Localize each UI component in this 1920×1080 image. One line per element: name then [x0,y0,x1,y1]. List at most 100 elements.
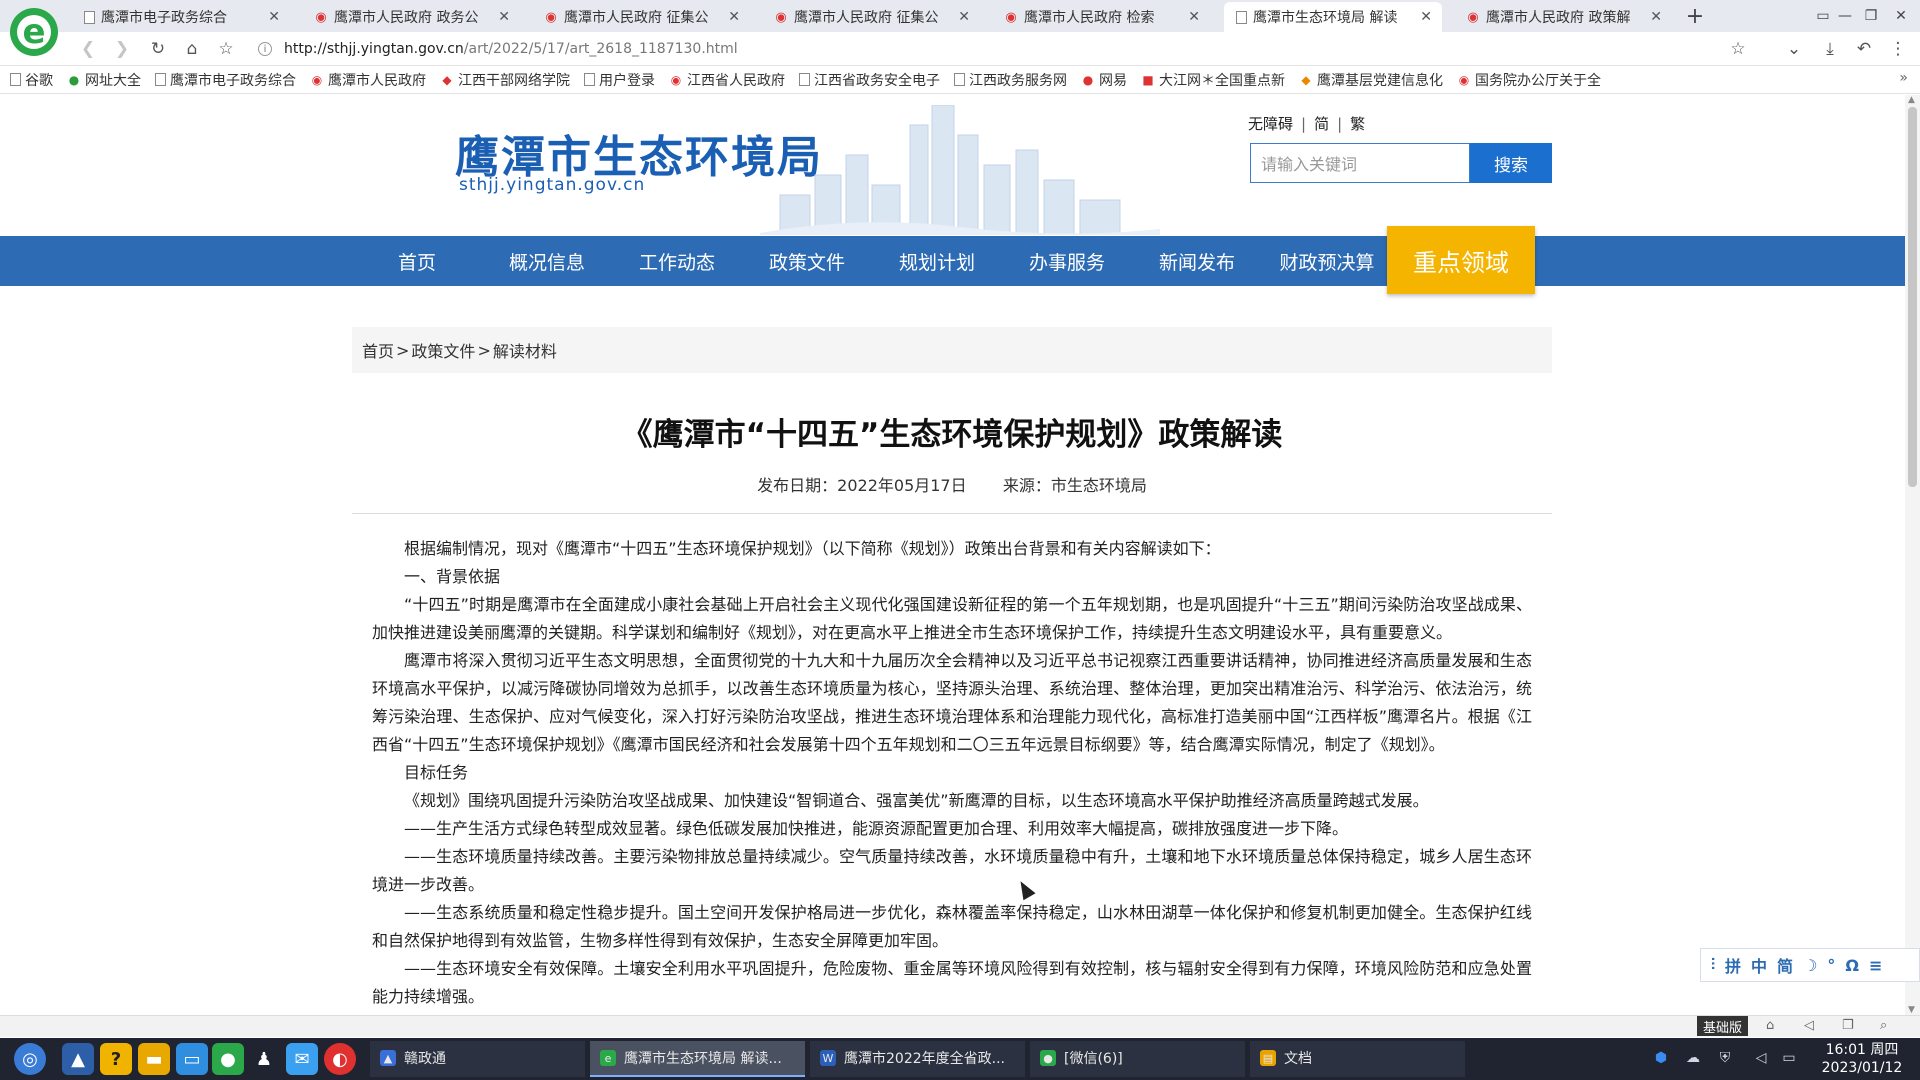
voice-wave-icon[interactable]: ⫶ [1711,955,1715,975]
ime-simplified-button[interactable]: 简 [1777,953,1793,977]
nav-press[interactable]: 新闻发布 [1137,236,1257,286]
browser-logo-icon[interactable]: e [10,8,58,56]
nav-policy-documents[interactable]: 政策文件 [747,236,867,286]
edition-badge[interactable]: 基础版 [1697,1016,1749,1036]
scroll-up-icon[interactable]: ▲ [1908,95,1915,105]
ime-symbols-icon[interactable]: Ω [1845,956,1859,975]
breadcrumb-interpretation[interactable]: 解读材料 [493,338,557,362]
undo-close-icon[interactable]: ↶ [1852,37,1876,61]
bookmark-item[interactable]: ◉ 江西省人民政府 [669,70,785,90]
scroll-down-icon[interactable]: ▼ [1908,1005,1915,1015]
system-clock[interactable]: 16:01 周四 2023/01/12 [1812,1041,1912,1077]
browser-tab-6-active[interactable]: 鹰潭市生态环境局 解读 ✕ [1224,2,1442,32]
mountain-app-icon[interactable]: ▲ [62,1043,94,1075]
new-tab-button[interactable]: + [1680,2,1710,30]
accessibility-link[interactable]: 无障碍 [1248,113,1293,134]
nav-overview[interactable]: 概况信息 [487,236,607,286]
home-small-icon[interactable]: ⌂ [1766,1018,1774,1033]
close-icon[interactable]: ✕ [1420,9,1432,25]
taskbar-task-wechat[interactable]: ● [微信(6)] [1030,1041,1245,1077]
simplified-chinese-link[interactable]: 简 [1314,113,1329,134]
cloud-icon[interactable]: ☁ [1684,1049,1702,1067]
wechat-icon[interactable]: ● [212,1043,244,1075]
speaker-icon[interactable]: ◁ [1804,1018,1814,1033]
folder-icon[interactable]: ▬ [138,1043,170,1075]
date-label: 发布日期： [757,476,838,495]
shield-icon[interactable]: ⛨ [1716,1049,1734,1067]
browser-tab-1[interactable]: 鹰潭市电子政务综合 ✕ [72,2,290,32]
favorite-star-icon[interactable]: ☆ [1726,37,1750,61]
network-security-icon[interactable]: ⬢ [1652,1049,1670,1067]
help-icon[interactable]: ? [100,1043,132,1075]
taskbar-task-browser[interactable]: e 鹰潭市生态环境局 解读... [590,1041,805,1077]
bookmarks-more-icon[interactable]: » [1899,70,1908,86]
bookmark-item[interactable]: 用户登录 [584,70,655,90]
display-icon[interactable]: ▭ [1780,1049,1798,1067]
forward-icon[interactable]: ❯ [110,37,134,61]
site-info-icon[interactable]: i [258,42,272,56]
reload-icon[interactable]: ↻ [146,37,170,61]
qq-penguin-icon[interactable]: ♟ [248,1043,280,1075]
bookmark-item[interactable]: 江西省政务安全电子 [799,70,940,90]
browser-tab-7[interactable]: ◉ 鹰潭市人民政府 政策解 ✕ [1454,2,1672,32]
close-icon[interactable]: ✕ [268,9,280,25]
bookmark-item[interactable]: ● 网易 [1081,70,1127,90]
address-bar[interactable]: i http://sthjj.yingtan.gov.cn/art/2022/5… [258,36,1758,62]
ime-menu-icon[interactable]: ≡ [1869,956,1882,975]
article-paragraph: 根据编制情况，现对《鹰潭市“十四五”生态环境保护规划》（以下简称《规划》）政策出… [404,539,1221,558]
red-app-icon[interactable]: ◐ [324,1043,356,1075]
taskbar-task-document[interactable]: W 鹰潭市2022年度全省政... [810,1041,1025,1077]
bookmark-item[interactable]: ◆ 鹰潭基层党建信息化 [1299,70,1443,90]
bookmark-item[interactable]: ■ 大江网＊全国重点新 [1141,70,1285,90]
zoom-icon[interactable]: ⌕ [1880,1018,1887,1033]
mail-icon[interactable]: ✉ [286,1043,318,1075]
window-icon[interactable]: ❐ [1842,1018,1854,1033]
start-menu-icon[interactable]: ◎ [14,1043,46,1075]
ime-toolbar: ⫶ 拼 中 简 ☽ ° Ω ≡ [1700,948,1920,982]
search-input[interactable]: 请输入关键词 [1250,143,1470,183]
nav-work-news[interactable]: 工作动态 [617,236,737,286]
taskbar-task-docs[interactable]: ▤ 文档 [1250,1041,1465,1077]
bookmark-item[interactable]: 江西政务服务网 [954,70,1067,90]
close-icon[interactable]: ✕ [728,9,740,25]
bookmark-item[interactable]: ◆ 江西干部网络学院 [440,70,570,90]
close-icon[interactable]: ✕ [498,9,510,25]
volume-icon[interactable]: ◁ [1752,1049,1770,1067]
close-icon[interactable]: ✕ [1650,9,1662,25]
ime-pinyin-button[interactable]: 拼 [1725,953,1741,977]
menu-icon[interactable]: ⋮ [1886,37,1910,61]
scrollbar-thumb[interactable] [1908,107,1917,487]
bookmark-star-icon[interactable]: ☆ [214,37,238,61]
home-icon[interactable]: ⌂ [180,37,204,61]
search-button[interactable]: 搜索 [1470,143,1552,183]
ime-punctuation-icon[interactable]: ° [1827,956,1835,975]
bookmark-item[interactable]: ◉ 鹰潭市人民政府 [310,70,426,90]
bookmark-item[interactable]: 谷歌 [10,70,53,90]
download-icon[interactable]: ⤓ [1818,37,1842,61]
bookmark-item[interactable]: ● 网址大全 [67,70,141,90]
dropdown-chevron-icon[interactable]: ⌄ [1782,37,1806,61]
browser-tab-2[interactable]: ◉ 鹰潭市人民政府 政务公 ✕ [302,2,520,32]
bookmark-item[interactable]: ◉ 国务院办公厅关于全 [1457,70,1601,90]
bookmark-item[interactable]: 鹰潭市电子政务综合 [155,70,296,90]
nav-home[interactable]: 首页 [357,236,477,286]
ime-moon-icon[interactable]: ☽ [1803,956,1817,975]
close-icon[interactable]: ✕ [1188,9,1200,25]
browser-tab-3[interactable]: ◉ 鹰潭市人民政府 征集公 ✕ [532,2,750,32]
nav-services[interactable]: 办事服务 [1007,236,1127,286]
taskbar-task-ganzhengtong[interactable]: ▲ 赣政通 [370,1041,585,1077]
browser-tab-4[interactable]: ◉ 鹰潭市人民政府 征集公 ✕ [762,2,980,32]
back-icon[interactable]: ❮ [76,37,100,61]
close-icon[interactable]: ✕ [958,9,970,25]
traditional-chinese-link[interactable]: 繁 [1350,113,1365,134]
browser-tab-5[interactable]: ◉ 鹰潭市人民政府 检索 ✕ [992,2,1210,32]
breadcrumb-policy[interactable]: 政策文件 [411,338,475,362]
ime-chinese-button[interactable]: 中 [1751,953,1767,977]
nav-budget[interactable]: 财政预决算 [1267,236,1387,286]
page-scrollbar[interactable]: ▲ ▼ [1905,95,1920,1015]
nav-plans[interactable]: 规划计划 [877,236,997,286]
nav-key-areas[interactable]: 重点领域 [1387,226,1535,294]
window-close-icon[interactable]: ✕ [1882,2,1920,30]
breadcrumb-home[interactable]: 首页 [362,338,394,362]
monitor-icon[interactable]: ▭ [176,1043,208,1075]
